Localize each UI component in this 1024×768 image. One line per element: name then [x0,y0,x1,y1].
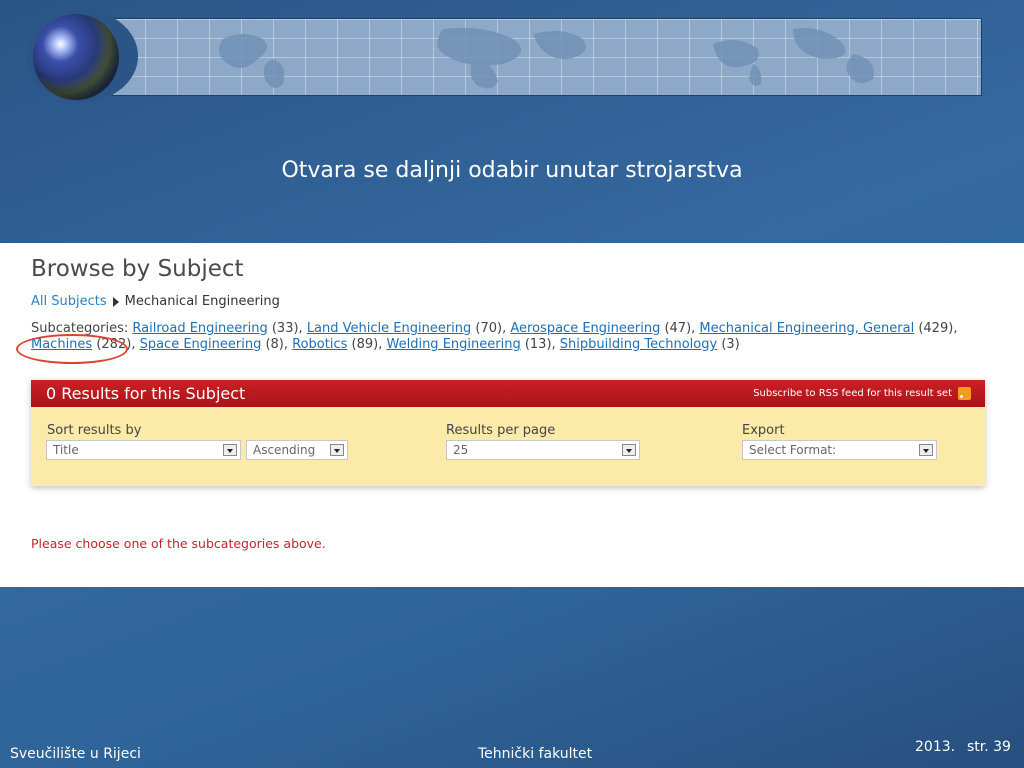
highlight-circle [16,334,128,364]
subcategory-count: (13) [524,337,552,352]
subcategory-link-land-vehicle[interactable]: Land Vehicle Engineering [307,321,471,336]
page-title: Browse by Subject [31,256,244,282]
subcategory-list: Subcategories: Railroad Engineering (33)… [31,321,958,352]
results-header: 0 Results for this Subject Subscribe to … [31,380,985,407]
results-count: 0 Results for this Subject [46,384,246,403]
subcategory-link-shipbuilding[interactable]: Shipbuilding Technology [560,337,717,352]
export-format-value: Select Format: [749,443,837,457]
subcategory-count: (3) [721,337,740,352]
subcategory-link-railroad[interactable]: Railroad Engineering [132,321,267,336]
subcategory-link-space[interactable]: Space Engineering [140,337,262,352]
per-page-select[interactable]: 25 [446,440,640,460]
breadcrumb-current: Mechanical Engineering [124,294,280,309]
subcategory-count: (33) [271,321,299,336]
chevron-down-icon [622,444,636,456]
sort-label: Sort results by [47,423,142,438]
rss-label: Subscribe to RSS feed for this result se… [753,388,952,399]
chevron-down-icon [919,444,933,456]
rss-subscribe-link[interactable]: Subscribe to RSS feed for this result se… [753,387,971,400]
subcategory-link-mechanical-general[interactable]: Mechanical Engineering, General [699,321,914,336]
export-format-select[interactable]: Select Format: [742,440,937,460]
per-page-label: Results per page [446,423,556,438]
world-map-banner [112,18,982,96]
chevron-down-icon [330,444,344,456]
footer-page-number: str. 39 [967,739,1011,755]
footer-university: Sveučilište u Rijeci [10,746,141,762]
rss-icon [958,387,971,400]
breadcrumb-all-subjects[interactable]: All Subjects [31,294,107,309]
sort-order-select[interactable]: Ascending [246,440,348,460]
sort-field-value: Title [53,443,79,457]
results-panel: 0 Results for this Subject Subscribe to … [31,380,985,486]
footer-faculty: Tehnički fakultet [478,746,593,762]
subcategory-link-robotics[interactable]: Robotics [292,337,347,352]
subcategory-count: (429) [918,321,954,336]
breadcrumb-arrow-icon [112,296,119,307]
subcategory-link-welding[interactable]: Welding Engineering [387,337,521,352]
sort-order-value: Ascending [253,443,316,457]
chevron-down-icon [223,444,237,456]
export-label: Export [742,423,785,438]
globe-icon [33,14,119,100]
sort-field-select[interactable]: Title [46,440,241,460]
footer-year: 2013. [915,739,956,755]
subcategory-count: (47) [664,321,692,336]
subcategory-count: (89) [351,337,379,352]
subcategory-link-aerospace[interactable]: Aerospace Engineering [510,321,660,336]
breadcrumb: All Subjects Mechanical Engineering [31,294,280,309]
subcategory-count: (8) [265,337,284,352]
screenshot-panel: Browse by Subject All Subjects Mechanica… [0,243,1024,587]
choose-subcategory-notice: Please choose one of the subcategories a… [31,536,326,551]
slide-title: Otvara se daljnji odabir unutar strojars… [281,158,743,183]
world-map-graphic [219,27,874,89]
subcategory-count: (70) [475,321,503,336]
per-page-value: 25 [453,443,469,457]
